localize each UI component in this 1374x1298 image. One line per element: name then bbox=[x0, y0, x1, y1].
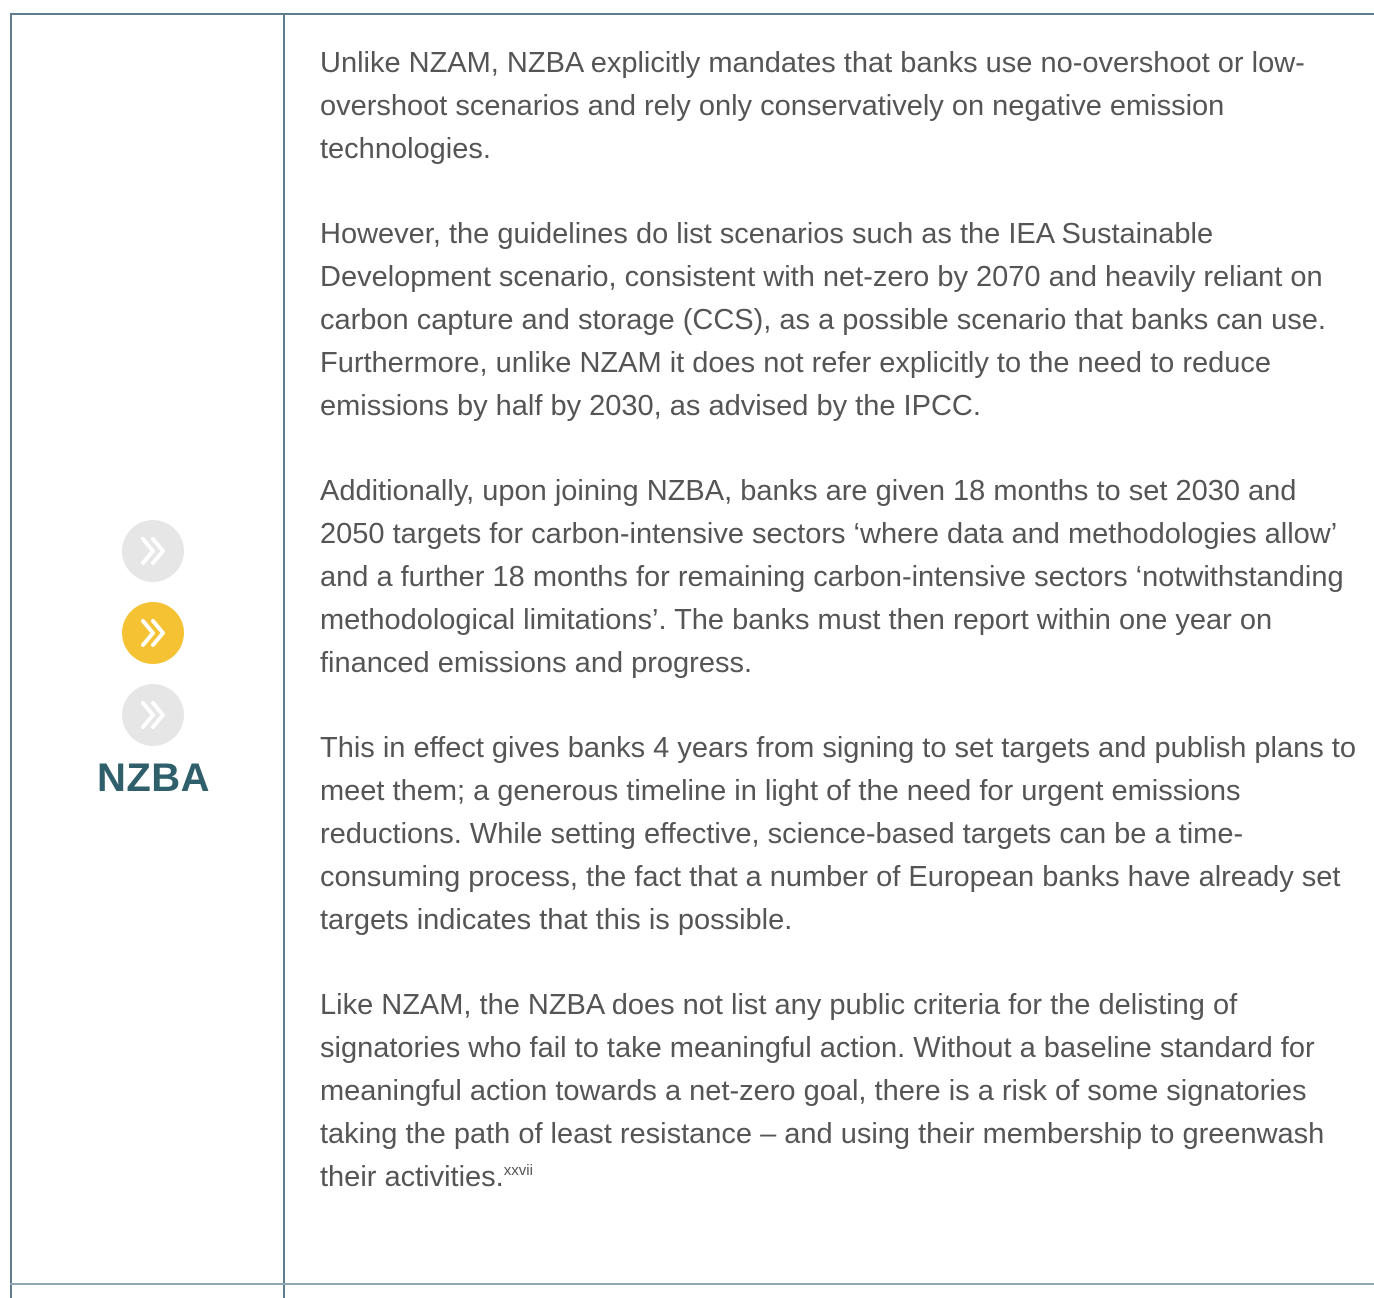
paragraph-text: Like NZAM, the NZBA does not list any pu… bbox=[320, 989, 1325, 1193]
paragraph: Unlike NZAM, NZBA explicitly mandates th… bbox=[320, 47, 1305, 165]
double-chevron-right-icon bbox=[122, 520, 184, 582]
table-bottom-rule bbox=[10, 1283, 1374, 1285]
paragraph-last: Like NZAM, the NZBA does not list any pu… bbox=[320, 984, 1360, 1199]
comparison-table: NZBA Unlike NZAM, NZBA explicitly mandat… bbox=[0, 0, 1374, 1298]
paragraph: However, the guidelines do list scenario… bbox=[320, 218, 1326, 422]
footnote-reference[interactable]: xxvii bbox=[504, 1162, 533, 1179]
paragraph: Additionally, upon joining NZBA, banks a… bbox=[320, 475, 1344, 679]
paragraph: This in effect gives banks 4 years from … bbox=[320, 732, 1356, 936]
table-top-rule bbox=[10, 13, 1374, 15]
row-label-cell: NZBA bbox=[12, 500, 283, 820]
table-column-divider bbox=[283, 13, 285, 1298]
double-chevron-right-icon bbox=[122, 602, 184, 664]
row-label: NZBA bbox=[96, 756, 211, 800]
row-body-text: Unlike NZAM, NZBA explicitly mandates th… bbox=[320, 42, 1360, 1199]
double-chevron-right-icon bbox=[122, 684, 184, 746]
